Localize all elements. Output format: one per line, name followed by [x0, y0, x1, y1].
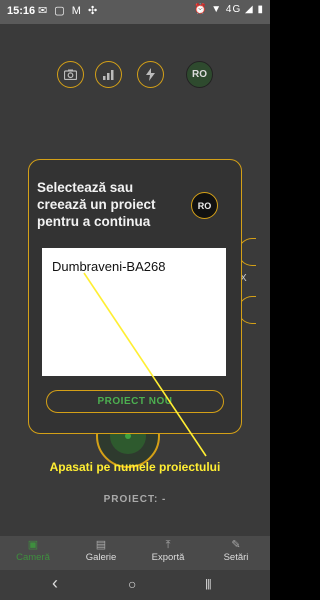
gallery-icon: ▤: [95, 539, 107, 551]
flash-icon: [146, 68, 155, 81]
signal-bars-button[interactable]: [95, 61, 122, 88]
settings-icon: ✎: [231, 539, 241, 551]
project-list: Dumbraveni-BA268: [42, 248, 226, 376]
tab-gallery-label: Galerie: [85, 552, 117, 563]
system-status-icons: ⏰ ▼ 4G ◢ ▮: [194, 4, 264, 15]
camera-tab-icon: ▣: [27, 539, 39, 551]
tab-gallery[interactable]: ▤ Galerie: [71, 538, 131, 563]
language-button-top[interactable]: RO: [186, 61, 213, 88]
notification-icons: ✉ ▢ M ✣: [38, 5, 100, 17]
tab-export[interactable]: ⤒ Exportă: [138, 538, 198, 563]
status-bar: 15:16 ✉ ▢ M ✣ ⏰ ▼ 4G ◢ ▮: [0, 0, 270, 24]
dialog-title: Selectează sau creează un proiect pentru…: [37, 180, 156, 229]
flash-button[interactable]: [137, 61, 164, 88]
status-time: 15:16: [7, 5, 36, 17]
project-item[interactable]: Dumbraveni-BA268: [52, 259, 165, 274]
dialog-language-button[interactable]: RO: [191, 192, 218, 219]
tab-camera[interactable]: ▣ Cameră: [3, 538, 63, 563]
camera-icon: [64, 69, 77, 80]
nav-recents-icon[interactable]: |||: [205, 578, 212, 590]
tab-settings-label: Setări: [223, 552, 249, 563]
export-icon: ⤒: [165, 539, 171, 551]
new-project-button[interactable]: PROIECT NOU: [46, 390, 224, 413]
tab-camera-label: Cameră: [16, 552, 50, 563]
nav-back-icon[interactable]: ‹: [52, 573, 58, 594]
bottom-tab-bar: ▣ Cameră ▤ Galerie ⤒ Exportă ✎ Setări: [0, 536, 270, 570]
annotation-hint: Apasati pe numele proiectului: [49, 460, 221, 474]
system-nav-bar: ‹ ○ |||: [0, 570, 270, 600]
camera-icon-button[interactable]: [57, 61, 84, 88]
nav-home-icon[interactable]: ○: [128, 576, 136, 592]
tab-settings[interactable]: ✎ Setări: [206, 538, 266, 563]
tab-export-label: Exportă: [151, 552, 185, 563]
signal-bars-icon: [103, 69, 114, 80]
current-project-label: PROIECT: -: [103, 494, 167, 505]
